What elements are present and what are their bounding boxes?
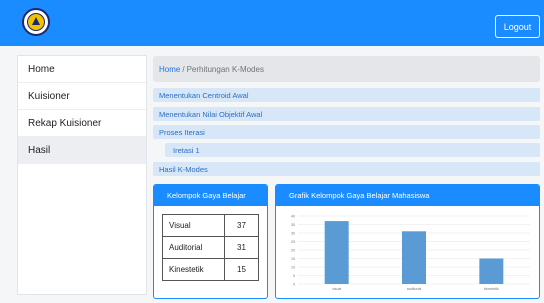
accordion-centroid-awal[interactable]: Menentukan Centroid Awal <box>153 88 540 102</box>
sidebar-item-home[interactable]: Home <box>18 56 146 83</box>
bar-chart: 0 5 10 15 20 25 30 35 40 visual auditorial kinestet… <box>291 215 530 291</box>
chart-y-tick-label: 25 <box>291 240 295 244</box>
sidebar-item-rekap-kuisioner[interactable]: Rekap Kuisioner <box>18 110 146 137</box>
chart-y-tick-label: 15 <box>291 257 295 261</box>
chart-bar-visual <box>324 221 349 284</box>
top-navbar: Logout <box>0 0 544 46</box>
breadcrumb: Home / Perhitungan K-Modes <box>153 56 540 82</box>
table-cell-label: Kinestetik <box>162 258 225 281</box>
chart-y-tick-label: 10 <box>291 266 295 270</box>
logout-button[interactable]: Logout <box>495 15 540 38</box>
table-cell-value: 15 <box>224 258 259 281</box>
chart-x-tick-label: kinestetik <box>484 287 499 291</box>
accordion-nilai-objektif-awal[interactable]: Menentukan Nilai Objektif Awal <box>153 107 540 121</box>
grafik-card-title: Grafik Kelompok Gaya Belajar Mahasiswa <box>276 185 539 206</box>
chart-y-tick-label: 40 <box>291 215 295 219</box>
chart-x-tick-label: auditorial <box>407 287 422 291</box>
breadcrumb-separator: / <box>182 64 185 74</box>
breadcrumb-home-link[interactable]: Home <box>159 65 180 74</box>
accordion-hasil-k-modes[interactable]: Hasil K-Modes <box>153 162 540 176</box>
breadcrumb-current: Perhitungan K-Modes <box>186 64 264 74</box>
chart-bar-auditorial <box>402 231 426 284</box>
accordion-iterasi-1[interactable]: Iretasi 1 <box>165 143 540 157</box>
chart-y-tick-label: 30 <box>291 232 295 236</box>
chart-y-tick-label: 35 <box>291 223 295 227</box>
sidebar-item-kuisioner[interactable]: Kuisioner <box>18 83 146 110</box>
kelompok-table: Visual 37 Auditorial 31 Kinestetik 15 <box>162 214 259 281</box>
university-logo-icon <box>22 8 50 36</box>
kelompok-card-title: Kelompok Gaya Belajar <box>154 185 267 206</box>
table-row: Visual 37 <box>162 214 259 237</box>
table-cell-label: Auditorial <box>162 236 225 259</box>
grafik-card: Grafik Kelompok Gaya Belajar Mahasiswa 0… <box>275 184 540 299</box>
chart-y-tick-label: 5 <box>293 274 295 278</box>
table-cell-value: 31 <box>224 236 259 259</box>
table-cell-label: Visual <box>162 214 225 237</box>
accordion-proses-iterasi[interactable]: Proses Iterasi <box>153 125 540 139</box>
chart-bar-kinestetik <box>479 258 504 284</box>
sidebar-item-hasil[interactable]: Hasil <box>18 137 146 164</box>
sidebar: Home Kuisioner Rekap Kuisioner Hasil <box>17 55 147 295</box>
table-row: Auditorial 31 <box>162 236 259 259</box>
table-row: Kinestetik 15 <box>162 258 259 281</box>
table-cell-value: 37 <box>224 214 259 237</box>
chart-y-tick-label: 0 <box>293 283 295 287</box>
kelompok-card: Kelompok Gaya Belajar Visual 37 Auditori… <box>153 184 268 299</box>
chart-x-tick-label: visual <box>332 287 341 291</box>
chart-y-tick-label: 20 <box>291 249 295 253</box>
